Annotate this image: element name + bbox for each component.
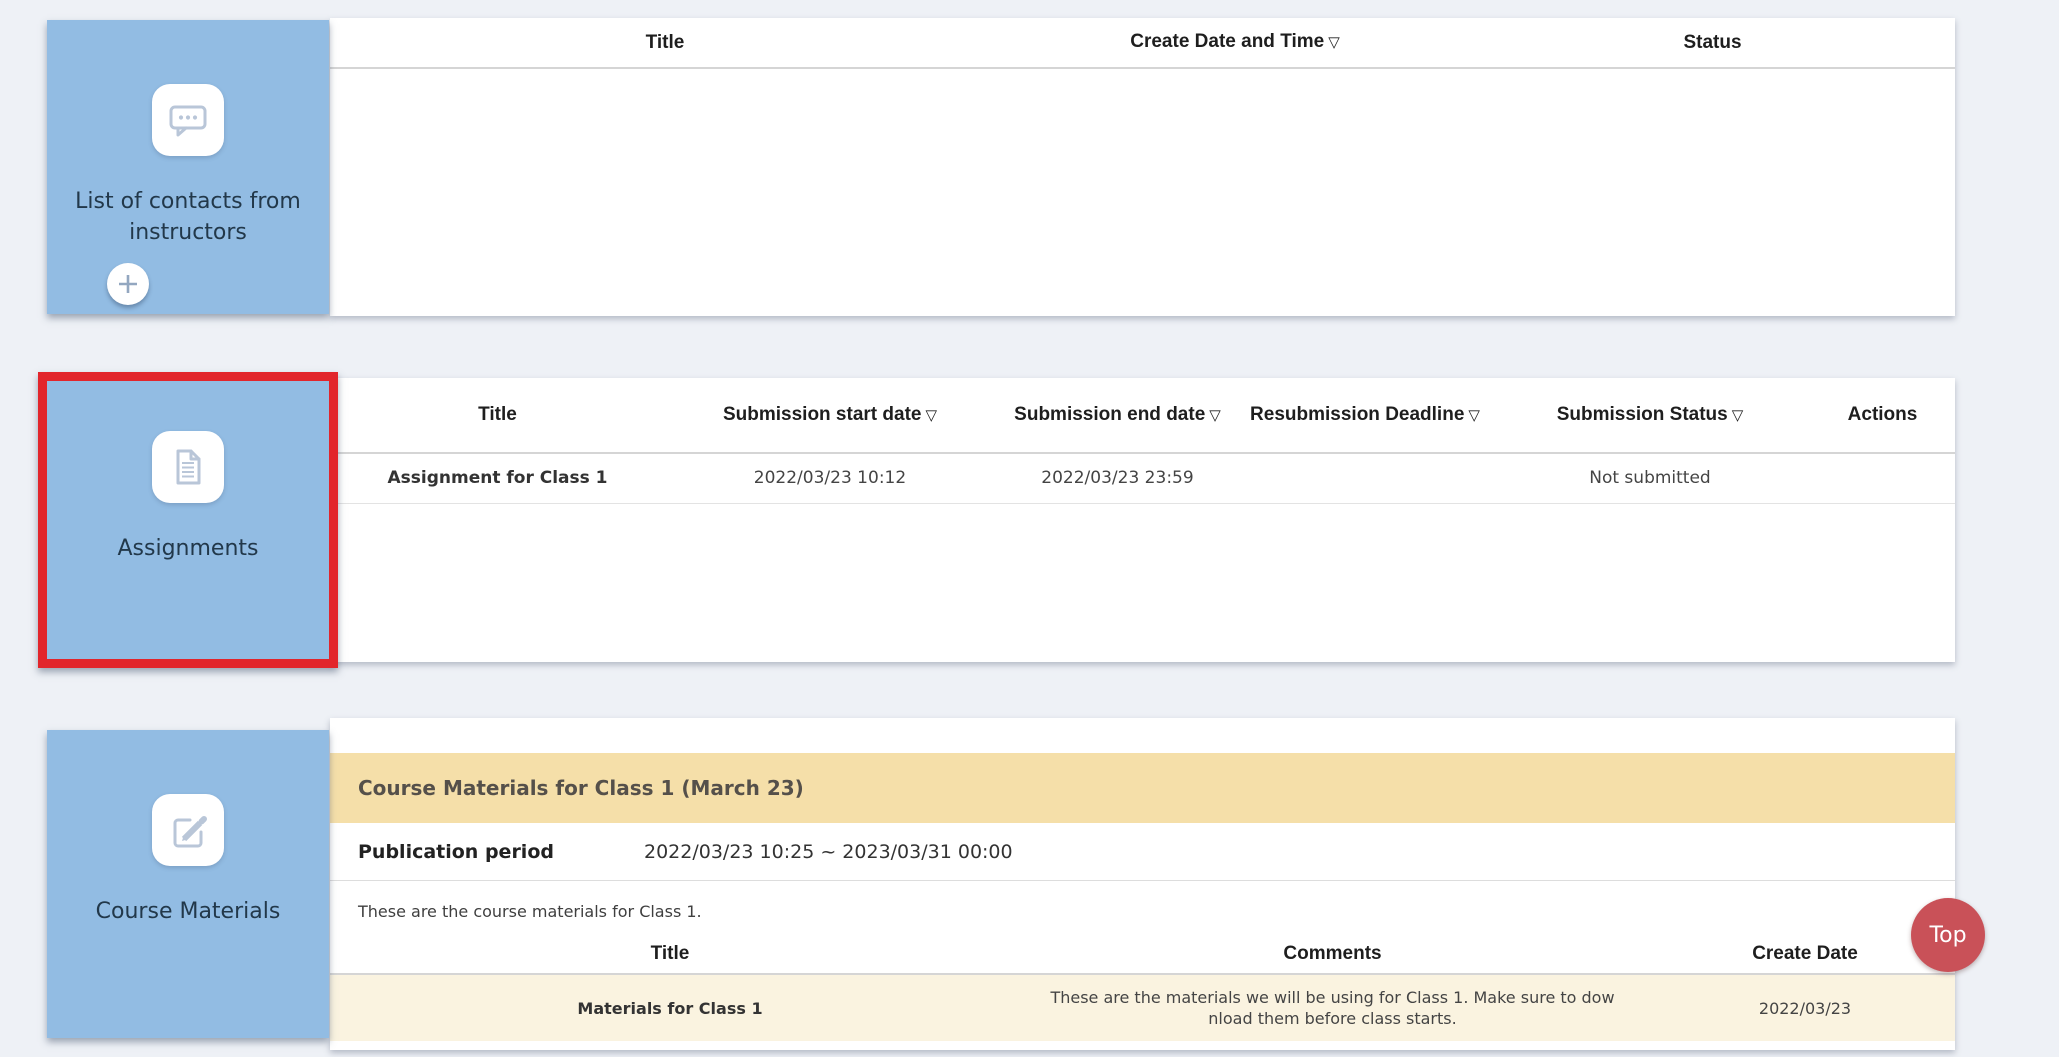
material-description: These are the course materials for Class… — [358, 902, 702, 921]
assignment-start-cell: 2022/03/23 10:12 — [665, 453, 995, 503]
material-row[interactable]: Materials for Class 1 These are the mate… — [330, 974, 1955, 1041]
assignment-status-cell: Not submitted — [1490, 453, 1810, 503]
sort-descending-icon[interactable]: ▽ — [1328, 34, 1340, 51]
assignments-col-resubmission[interactable]: Resubmission Deadline▽ — [1240, 378, 1490, 453]
sort-descending-icon[interactable]: ▽ — [1468, 407, 1480, 424]
contacts-card-label: List of contacts from instructors — [47, 186, 329, 248]
contacts-table: Title Create Date and Time▽ Status — [330, 18, 1955, 69]
assignment-end-cell: 2022/03/23 23:59 — [995, 453, 1240, 503]
contacts-col-status: Status — [1470, 18, 1955, 68]
assignments-table: Title Submission start date▽ Submission … — [330, 378, 1955, 504]
material-comments-cell: These are the materials we will be using… — [1010, 974, 1655, 1041]
assignments-header-row: Title Submission start date▽ Submission … — [330, 378, 1955, 453]
sort-descending-icon[interactable]: ▽ — [1209, 407, 1221, 424]
material-comments-line: nload them before class starts. — [1030, 1008, 1635, 1029]
material-comments-line: These are the materials we will be using… — [1030, 987, 1635, 1008]
publication-period-label: Publication period — [330, 841, 644, 863]
assignment-actions-cell — [1810, 453, 1955, 503]
publication-period-value: 2022/03/23 10:25 ~ 2023/03/31 00:00 — [644, 841, 1013, 863]
course-materials-card[interactable]: Course Materials — [47, 730, 329, 1038]
course-materials-card-label: Course Materials — [96, 896, 281, 927]
assignments-card[interactable]: Assignments — [47, 381, 329, 659]
contacts-col-create-date[interactable]: Create Date and Time▽ — [1000, 18, 1470, 68]
materials-header-row: Title Comments Create Date — [330, 934, 1955, 974]
sort-descending-icon[interactable]: ▽ — [925, 407, 937, 424]
column-label: Submission start date — [723, 404, 922, 425]
assignments-col-title: Title — [330, 378, 665, 453]
materials-col-create-date: Create Date — [1655, 934, 1955, 974]
assignments-col-start[interactable]: Submission start date▽ — [665, 378, 995, 453]
assignments-card-label: Assignments — [118, 533, 259, 564]
contacts-col-title: Title — [330, 18, 1000, 68]
chat-icon — [152, 84, 224, 156]
document-icon — [152, 431, 224, 503]
material-title-band: Course Materials for Class 1 (March 23) — [330, 753, 1955, 823]
course-materials-panel: Course Materials for Class 1 (March 23) … — [330, 718, 1955, 1050]
contacts-header-row: Title Create Date and Time▽ Status — [330, 18, 1955, 68]
assignments-col-actions: Actions — [1810, 378, 1955, 453]
add-contact-button[interactable] — [107, 263, 149, 305]
assignment-title-cell[interactable]: Assignment for Class 1 — [330, 453, 665, 503]
assignments-col-end[interactable]: Submission end date▽ — [995, 378, 1240, 453]
assignments-card-selection-outline: Assignments — [38, 372, 338, 668]
assignment-resubmission-cell — [1240, 453, 1490, 503]
publication-period-row: Publication period 2022/03/23 10:25 ~ 20… — [330, 823, 1955, 881]
edit-icon — [152, 794, 224, 866]
column-label: Create Date and Time — [1130, 31, 1324, 52]
assignment-row[interactable]: Assignment for Class 1 2022/03/23 10:12 … — [330, 453, 1955, 503]
assignments-col-status[interactable]: Submission Status▽ — [1490, 378, 1810, 453]
column-label: Submission Status — [1557, 404, 1728, 425]
material-create-date-cell: 2022/03/23 — [1655, 974, 1955, 1041]
materials-col-title: Title — [330, 934, 1010, 974]
material-title-cell[interactable]: Materials for Class 1 — [330, 974, 1010, 1041]
assignments-panel: Title Submission start date▽ Submission … — [330, 378, 1955, 662]
sort-descending-icon[interactable]: ▽ — [1732, 407, 1744, 424]
materials-col-comments: Comments — [1010, 934, 1655, 974]
material-title: Course Materials for Class 1 (March 23) — [358, 776, 804, 800]
contacts-panel: Title Create Date and Time▽ Status — [330, 18, 1955, 316]
scroll-to-top-button[interactable]: Top — [1911, 898, 1985, 972]
column-label: Resubmission Deadline — [1250, 404, 1464, 425]
column-label: Submission end date — [1014, 404, 1205, 425]
materials-table: Title Comments Create Date Materials for… — [330, 934, 1955, 1041]
contacts-card[interactable]: List of contacts from instructors — [47, 20, 329, 314]
